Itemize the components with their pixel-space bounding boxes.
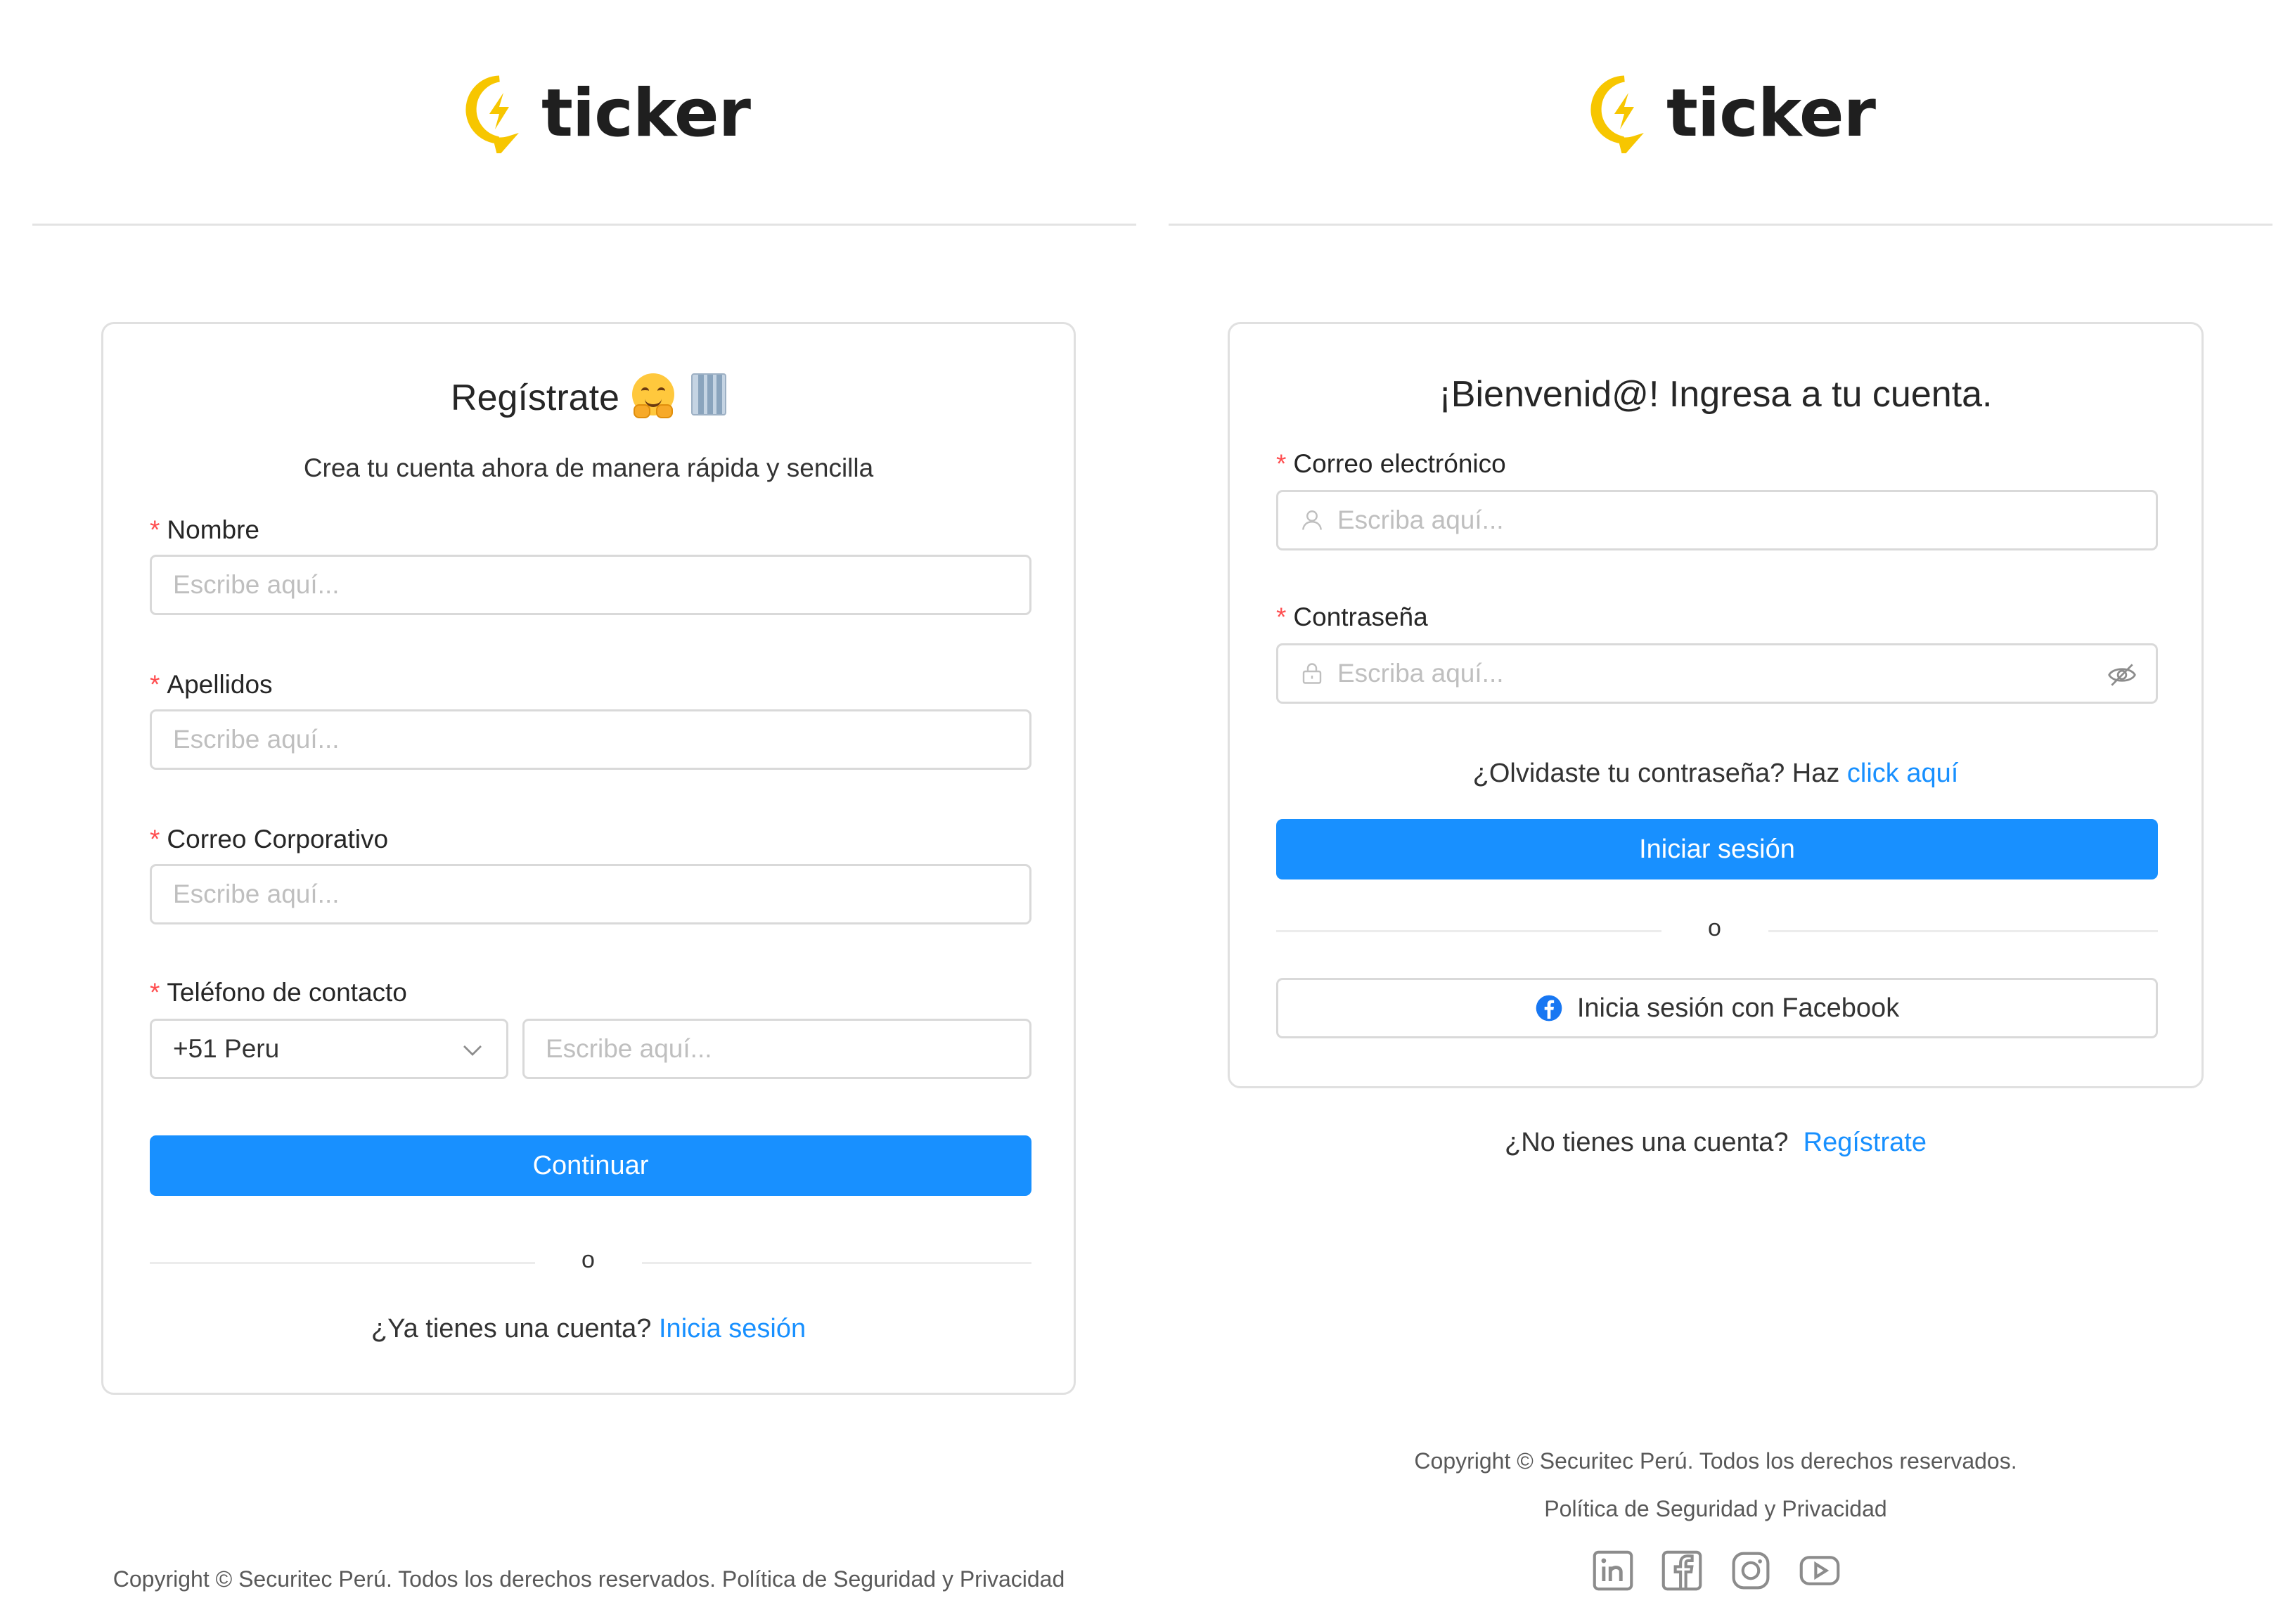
- office-building-emoji-icon: [690, 373, 726, 415]
- or-divider-left: [1276, 930, 1661, 932]
- have-account-row: ¿Ya tienes una cuenta? Inicia sesión: [103, 1314, 1074, 1344]
- linkedin-icon[interactable]: [1592, 1549, 1634, 1592]
- nombre-placeholder: Escribe aquí...: [173, 570, 340, 599]
- login-panel: ticker ¡Bienvenid@! Ingresa a tu cuenta.…: [1148, 0, 2295, 1624]
- facebook-social-icon[interactable]: [1661, 1549, 1703, 1592]
- login-card: ¡Bienvenid@! Ingresa a tu cuenta. * Corre…: [1228, 322, 2204, 1088]
- required-mark: *: [1276, 449, 1287, 478]
- forgot-password-link[interactable]: click aquí: [1847, 759, 1958, 788]
- login-button[interactable]: Iniciar sesión: [1276, 819, 2158, 879]
- correo-label-text: Correo Corporativo: [167, 825, 389, 853]
- login-footer-policy[interactable]: Política de Seguridad y Privacidad: [1228, 1496, 2204, 1522]
- lock-icon: [1299, 659, 1328, 688]
- correo-label: * Correo Corporativo: [150, 825, 388, 854]
- phone-placeholder: Escribe aquí...: [546, 1034, 712, 1063]
- lightning-bubble-icon: [1590, 75, 1644, 153]
- correo-input[interactable]: Escribe aquí...: [150, 864, 1031, 924]
- nombre-label-text: Nombre: [167, 515, 260, 544]
- login-title: ¡Bienvenid@! Ingresa a tu cuenta.: [1439, 374, 1993, 415]
- required-mark: *: [1276, 602, 1287, 631]
- header-divider: [1169, 224, 2272, 226]
- correo-placeholder: Escribe aquí...: [173, 879, 340, 908]
- register-title-text: Regístrate: [451, 378, 619, 418]
- required-mark: *: [150, 825, 160, 853]
- no-account-text: ¿No tienes una cuenta?: [1505, 1128, 1789, 1157]
- email-input[interactable]: Escriba aquí...: [1276, 490, 2158, 550]
- apellidos-input[interactable]: Escribe aquí...: [150, 709, 1031, 770]
- telefono-label: * Teléfono de contacto: [150, 978, 407, 1007]
- instagram-icon[interactable]: [1730, 1549, 1772, 1592]
- password-input[interactable]: Escriba aquí...: [1276, 643, 2158, 704]
- register-subtitle: Crea tu cuenta ahora de manera rápida y …: [303, 453, 874, 482]
- phone-input[interactable]: Escribe aquí...: [522, 1019, 1031, 1079]
- facebook-login-button[interactable]: Inicia sesión con Facebook: [1276, 978, 2158, 1038]
- facebook-login-label: Inicia sesión con Facebook: [1576, 993, 1900, 1023]
- chevron-down-icon: [463, 1045, 482, 1056]
- hugging-face-emoji-icon: [631, 373, 674, 418]
- email-label: * Correo electrónico: [1276, 449, 1506, 479]
- eye-invisible-icon[interactable]: [2107, 659, 2138, 690]
- country-code-select[interactable]: +51 Peru: [150, 1019, 508, 1079]
- user-icon: [1299, 506, 1328, 534]
- or-text: o: [1708, 915, 1721, 941]
- nombre-input[interactable]: Escribe aquí...: [150, 555, 1031, 615]
- password-label-text: Contraseña: [1293, 602, 1428, 631]
- register-footer: Copyright © Securitec Perú. Todos los de…: [112, 1566, 1065, 1592]
- social-icons: [1592, 1549, 1841, 1592]
- or-divider-right: [1768, 930, 2158, 932]
- logo-text: ticker: [1666, 75, 1876, 152]
- ticker-logo: ticker: [1589, 75, 1876, 153]
- forgot-password-text: ¿Olvidaste tu contraseña? Haz: [1472, 759, 1840, 788]
- required-mark: *: [150, 670, 160, 699]
- header-divider: [32, 224, 1136, 226]
- login-footer-copyright: Copyright © Securitec Perú. Todos los de…: [1414, 1448, 2017, 1474]
- youtube-icon[interactable]: [1799, 1549, 1841, 1592]
- no-account-row: ¿No tienes una cuenta? Regístrate: [1228, 1128, 2204, 1158]
- email-label-text: Correo electrónico: [1293, 449, 1506, 478]
- password-label: * Contraseña: [1276, 602, 1428, 632]
- continue-button[interactable]: Continuar: [150, 1135, 1031, 1196]
- facebook-icon: [1536, 995, 1562, 1022]
- telefono-label-text: Teléfono de contacto: [167, 978, 407, 1007]
- required-mark: *: [150, 515, 160, 544]
- apellidos-placeholder: Escribe aquí...: [173, 725, 340, 754]
- required-mark: *: [150, 978, 160, 1007]
- email-placeholder: Escriba aquí...: [1337, 505, 1504, 534]
- register-title: Regístrate: [103, 373, 1074, 419]
- register-card: Regístrate Crea tu cuenta ahora de maner…: [101, 322, 1076, 1395]
- or-divider-left: [150, 1262, 535, 1264]
- apellidos-label: * Apellidos: [150, 670, 273, 700]
- nombre-label: * Nombre: [150, 515, 259, 545]
- password-placeholder: Escriba aquí...: [1337, 659, 1504, 688]
- register-panel: ticker Regístrate Crea tu cuenta ahora d…: [0, 0, 1148, 1624]
- have-account-text: ¿Ya tienes una cuenta?: [371, 1314, 652, 1343]
- country-code-value: +51 Peru: [173, 1034, 280, 1063]
- lightning-bubble-icon: [465, 75, 519, 153]
- ticker-logo: ticker: [464, 75, 751, 153]
- login-link[interactable]: Inicia sesión: [659, 1314, 806, 1343]
- or-divider-right: [642, 1262, 1031, 1264]
- logo-text: ticker: [541, 75, 751, 152]
- forgot-password-row: ¿Olvidaste tu contraseña? Haz click aquí: [1230, 759, 2201, 789]
- register-link[interactable]: Regístrate: [1804, 1128, 1927, 1157]
- or-text: o: [581, 1246, 595, 1273]
- apellidos-label-text: Apellidos: [167, 670, 273, 699]
